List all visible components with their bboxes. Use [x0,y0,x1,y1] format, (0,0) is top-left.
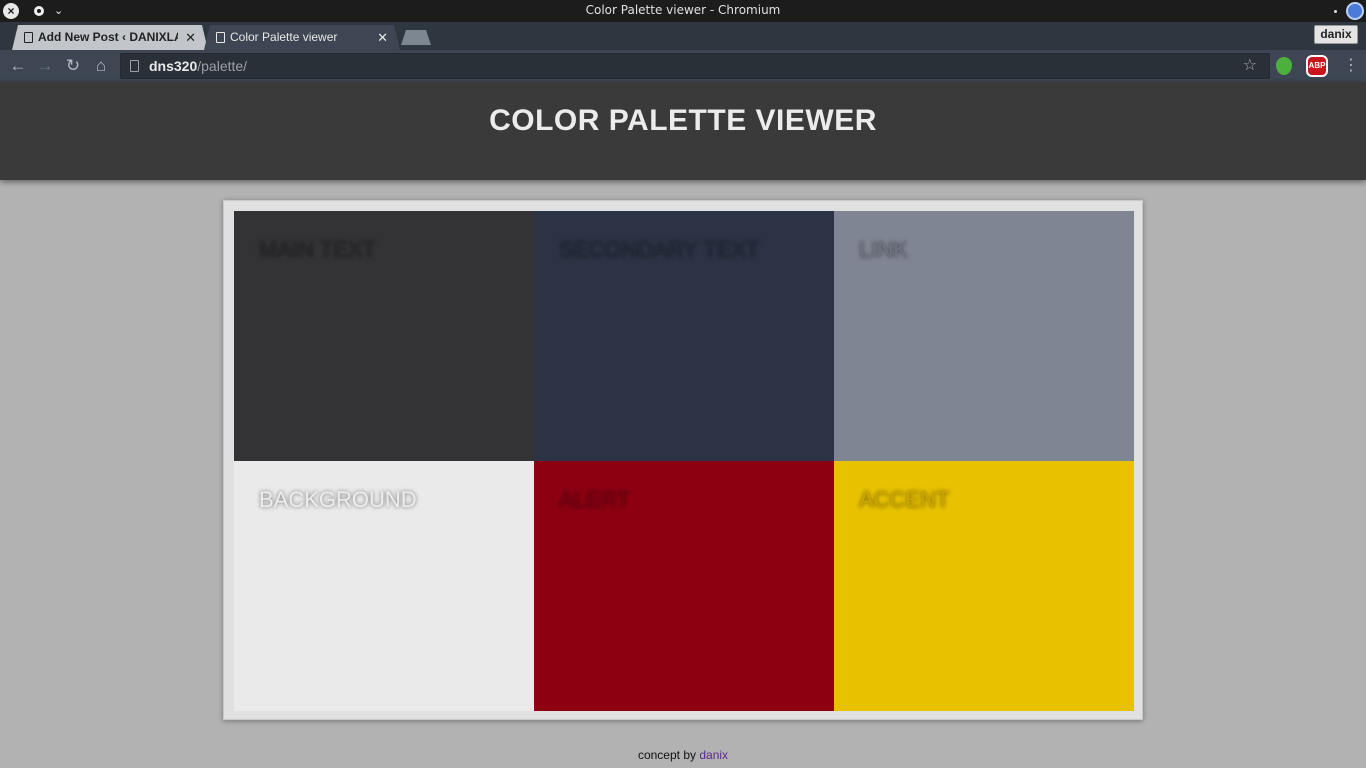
page-icon [24,32,33,43]
page-content: COLOR PALETTE VIEWER MAIN TEXT SECONDARY … [0,82,1366,768]
reload-icon[interactable]: ↻ [61,54,85,78]
footer-prefix: concept by [637,748,696,762]
arrow-right-icon[interactable]: → [33,54,57,78]
palette-frame: MAIN TEXT SECONDARY TEXT LINK BACKGROUND ALE… [223,200,1143,720]
page-header: COLOR PALETTE VIEWER [0,82,1366,180]
swatch-link: LINK [834,211,1134,461]
page-info-icon[interactable] [130,60,139,72]
tab-close-icon[interactable]: ✕ [377,25,388,50]
new-tab-button[interactable] [401,30,431,45]
page-title: COLOR PALETTE VIEWER [489,104,877,137]
swatch-label: ALERT [559,487,630,512]
url-path: /palette/ [197,58,248,74]
swatch-label: ACCENT [859,487,950,512]
url-host: dns320 [149,58,198,74]
tab-color-palette-viewer[interactable]: Color Palette viewer ✕ [204,25,400,50]
address-bar[interactable]: dns320/palette/ ☆ [120,53,1270,79]
browser-toolbar: ← → ↻ ⌂ dns320/palette/ ☆ [0,50,1366,82]
star-icon[interactable]: ☆ [1243,54,1257,78]
tab-add-new-post[interactable]: Add New Post ‹ DANIXLAND ✕ [12,25,208,50]
swatch-main-text: MAIN TEXT [234,211,534,461]
window-title: Color Palette viewer - Chromium [585,3,781,17]
adblock-plus-icon[interactable]: ABP [1306,55,1328,77]
tab-label: Add New Post ‹ DANIXLAND [38,30,178,44]
chromium-icon[interactable] [1346,2,1364,20]
profile-button[interactable]: danix [1314,25,1358,44]
address-url[interactable]: dns320/palette/ [149,54,247,78]
footer: concept by danix [0,748,1366,762]
arrow-left-icon[interactable]: ← [6,54,30,78]
footer-author-link[interactable]: danix [699,748,728,762]
home-icon[interactable]: ⌂ [89,54,113,78]
swatch-alert: ALERT [534,461,834,711]
kebab-menu-icon[interactable]: ⋮ [1343,55,1359,77]
swatch-accent: ACCENT [834,461,1134,711]
swatch-label: LINK [859,237,908,262]
tab-label: Color Palette viewer [230,30,338,44]
page-icon [216,32,225,43]
swatch-label: SECONDARY TEXT [559,237,760,262]
tray-dot-icon [1334,10,1337,13]
swatch-secondary-text: SECONDARY TEXT [534,211,834,461]
tab-strip: Add New Post ‹ DANIXLAND ✕ Color Palette… [0,22,1366,50]
swatch-label: MAIN TEXT [259,237,376,262]
os-title-bar: × ⌄ Color Palette viewer - Chromium [0,0,1366,22]
swatch-label: BACKGROUND [259,487,417,512]
swatch-background: BACKGROUND [234,461,534,711]
swatch-grid: MAIN TEXT SECONDARY TEXT LINK BACKGROUND ALE… [234,211,1134,711]
tab-close-icon[interactable]: ✕ [185,25,196,50]
